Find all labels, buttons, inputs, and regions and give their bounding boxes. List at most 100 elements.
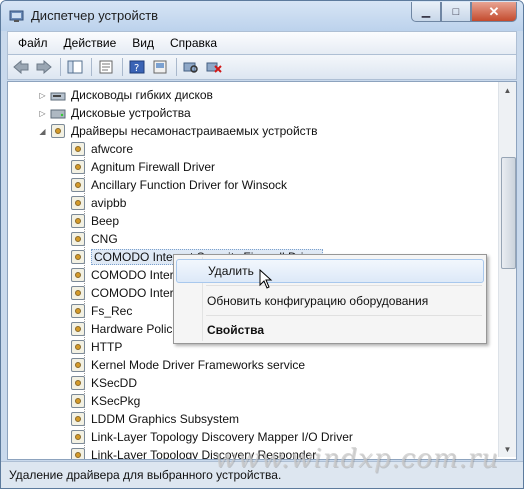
driver-list-item[interactable]: KSecDD: [70, 374, 137, 392]
driver-list-item-label: HTTP: [91, 340, 123, 354]
driver-icon: [70, 231, 86, 247]
gear-icon: [71, 178, 85, 192]
driver-list-item-label: Ancillary Function Driver for Winsock: [91, 178, 288, 192]
expand-arrow-icon[interactable]: ▷: [38, 109, 47, 118]
properties-icon[interactable]: [97, 58, 115, 76]
help-icon[interactable]: ?: [128, 58, 146, 76]
driver-icon: [70, 429, 86, 445]
tree-category-disk[interactable]: ▷ Дисковые устройства: [38, 104, 191, 122]
driver-icon: [70, 195, 86, 211]
tree-category-non-pnp-drivers[interactable]: ◢ Драйверы несамонастраиваемых устройств: [38, 122, 318, 140]
driver-list-item[interactable]: KSecPkg: [70, 392, 140, 410]
gear-icon: [71, 286, 85, 300]
driver-list-item-label: avipbb: [91, 196, 127, 210]
driver-list-item-label: KSecPkg: [91, 394, 141, 408]
driver-icon: [70, 339, 86, 355]
show-hide-console-tree-icon[interactable]: [66, 58, 84, 76]
uninstall-device-icon[interactable]: [205, 58, 223, 76]
tree-category-label: Дисководы гибких дисков: [71, 88, 213, 102]
driver-list-item[interactable]: Kernel Mode Driver Frameworks service: [70, 356, 305, 374]
driver-icon: [70, 141, 86, 157]
forward-arrow-icon[interactable]: [35, 58, 53, 76]
device-manager-icon: [9, 8, 25, 24]
driver-list-item-label: KSecDD: [91, 376, 138, 390]
collapse-arrow-icon[interactable]: ◢: [38, 127, 47, 136]
driver-icon: [70, 159, 86, 175]
menu-file[interactable]: Файл: [12, 36, 54, 50]
menu-view[interactable]: Вид: [126, 36, 160, 50]
close-button[interactable]: ✕: [471, 2, 517, 22]
gear-icon: [71, 142, 85, 156]
console-icon[interactable]: [151, 58, 169, 76]
scan-hardware-icon[interactable]: [182, 58, 200, 76]
gear-icon: [71, 160, 85, 174]
driver-icon: [70, 285, 86, 301]
driver-list-item-label: Link-Layer Topology Discovery Mapper I/O…: [91, 430, 353, 444]
scroll-thumb[interactable]: [501, 157, 516, 269]
driver-list-item-label: COMODO Inter: [91, 286, 174, 300]
gear-icon: [71, 358, 85, 372]
vertical-scrollbar[interactable]: ▲ ▼: [498, 82, 516, 457]
driver-list-item-label: Kernel Mode Driver Frameworks service: [91, 358, 306, 372]
toolbar: ?: [7, 54, 517, 80]
driver-list-item-label: Beep: [91, 214, 120, 228]
driver-list-item-label: CNG: [91, 232, 118, 246]
menu-help[interactable]: Справка: [164, 36, 223, 50]
driver-icon: [70, 447, 86, 459]
driver-list-item[interactable]: Fs_Rec: [70, 302, 132, 320]
menu-bar: Файл Действие Вид Справка: [7, 31, 517, 54]
menu-action[interactable]: Действие: [58, 36, 123, 50]
gear-icon: [71, 430, 85, 444]
context-delete-item[interactable]: Удалить: [176, 259, 484, 283]
gear-icon: [71, 250, 85, 264]
driver-list-item[interactable]: Beep: [70, 212, 119, 230]
gear-icon: [71, 232, 85, 246]
scroll-up-arrow-icon[interactable]: ▲: [501, 83, 514, 97]
driver-list-item[interactable]: avipbb: [70, 194, 126, 212]
driver-list-item-label: Hardware Polic: [91, 322, 173, 336]
driver-icon: [70, 267, 86, 283]
driver-list-item[interactable]: HTTP: [70, 338, 122, 356]
maximize-button[interactable]: □: [441, 2, 471, 22]
toolbar-separator: [60, 58, 61, 76]
driver-list-item-label: LDDM Graphics Subsystem: [91, 412, 240, 426]
watermark: www.windxp.com.ru: [214, 444, 499, 474]
back-arrow-icon[interactable]: [12, 58, 30, 76]
driver-list-item[interactable]: COMODO Inter: [70, 284, 174, 302]
scroll-down-arrow-icon[interactable]: ▼: [501, 442, 514, 456]
gear-icon: [71, 214, 85, 228]
window-controls: ▁ □ ✕: [411, 2, 517, 22]
minimize-button[interactable]: ▁: [411, 2, 441, 22]
expand-arrow-icon[interactable]: ▷: [38, 91, 47, 100]
gear-icon: [71, 304, 85, 318]
driver-icon: [70, 411, 86, 427]
gear-icon: [71, 376, 85, 390]
driver-icon: [70, 303, 86, 319]
driver-list-item[interactable]: Hardware Polic: [70, 320, 172, 338]
title-bar[interactable]: Диспетчер устройств ▁ □ ✕: [1, 1, 523, 31]
driver-list-item-label: Agnitum Firewall Driver: [91, 160, 216, 174]
gear-icon: [71, 394, 85, 408]
tree-category-floppy[interactable]: ▷ Дисководы гибких дисков: [38, 86, 213, 104]
toolbar-separator: [91, 58, 92, 76]
driver-list-item[interactable]: LDDM Graphics Subsystem: [70, 410, 239, 428]
window-title: Диспетчер устройств: [31, 8, 159, 23]
driver-list-item-label: afwcore: [91, 142, 134, 156]
driver-icon: [70, 249, 86, 265]
driver-list-item[interactable]: CNG: [70, 230, 118, 248]
driver-list-item[interactable]: Ancillary Function Driver for Winsock: [70, 176, 287, 194]
gear-icon: [71, 322, 85, 336]
context-menu-separator: [206, 285, 482, 286]
context-update-hardware-item[interactable]: Обновить конфигурацию оборудования: [176, 290, 484, 312]
toolbar-separator: [122, 58, 123, 76]
disk-drive-icon: [50, 105, 66, 121]
gear-icon: [71, 340, 85, 354]
context-properties-item[interactable]: Свойства: [176, 319, 484, 341]
driver-icon: [70, 321, 86, 337]
driver-list-item[interactable]: COMODO Inter: [70, 266, 174, 284]
driver-list-item[interactable]: Agnitum Firewall Driver: [70, 158, 215, 176]
tree-category-label: Дисковые устройства: [71, 106, 191, 120]
svg-text:?: ?: [134, 63, 139, 74]
driver-list-item-label: COMODO Inter: [91, 268, 174, 282]
driver-list-item[interactable]: afwcore: [70, 140, 133, 158]
